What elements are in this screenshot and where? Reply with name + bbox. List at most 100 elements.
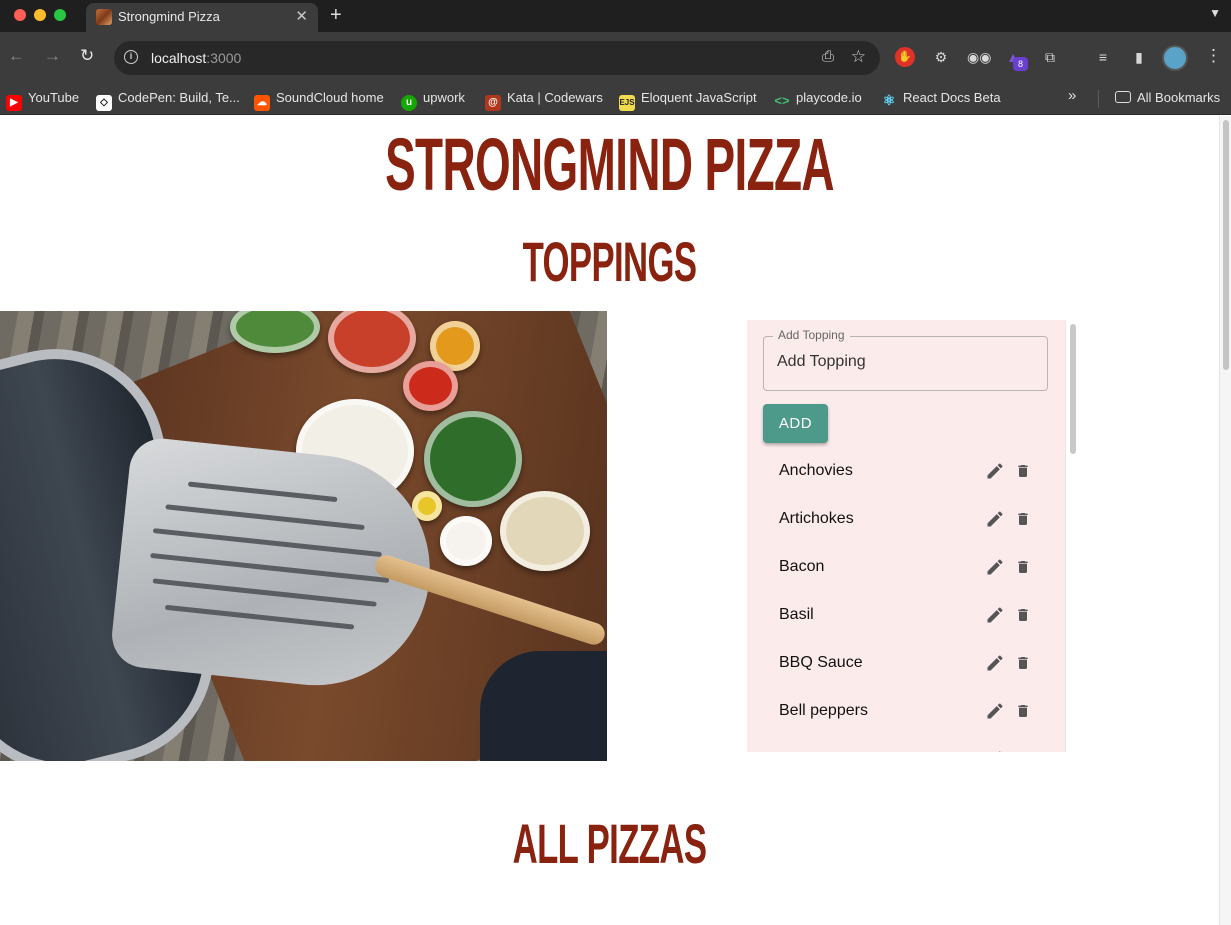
page-content: STRONGMIND PIZZA TOPPINGS Add Topping Ad… xyxy=(0,116,1231,925)
bookmark-label: playcode.io xyxy=(796,90,862,105)
topping-row: Bell peppers xyxy=(747,690,1065,738)
tab-title: Strongmind Pizza xyxy=(118,9,220,24)
tomato-bowl xyxy=(403,361,458,411)
toppings-list: Anchovies Artichokes Bacon Basil BBQ Sau xyxy=(747,450,1065,752)
react-icon: ⚛ xyxy=(882,92,896,108)
topping-name: Anchovies xyxy=(779,462,853,479)
add-topping-field[interactable]: Add Topping xyxy=(763,328,1048,391)
extensions-puzzle-icon[interactable]: ⧉ xyxy=(1040,47,1060,67)
peel-slot xyxy=(165,504,365,531)
bookmark-codepen[interactable]: ◇ CodePen: Build, Te... xyxy=(96,88,240,111)
trash-delete-icon[interactable] xyxy=(1015,604,1031,626)
mozzarella-bowl xyxy=(440,516,492,566)
add-topping-input[interactable] xyxy=(777,353,1032,371)
address-url[interactable]: localhost:3000 xyxy=(151,50,241,66)
extension-badge: 8 xyxy=(1013,57,1028,71)
gear-extension-icon[interactable]: ⚙ xyxy=(931,47,951,67)
browser-toolbar: ← → ↻ i localhost:3000 ⎙ ☆ ✋ ⚙ ◉◉ ▲ 8 ⧉ … xyxy=(0,32,1231,82)
toppings-scroll-thumb[interactable] xyxy=(1070,324,1076,454)
add-topping-button[interactable]: ADD xyxy=(763,404,828,443)
profile-avatar[interactable] xyxy=(1162,45,1188,71)
bookmark-label: React Docs Beta xyxy=(903,90,1001,105)
upwork-icon: u xyxy=(401,95,417,111)
bookmarks-bar: ▶ YouTube ◇ CodePen: Build, Te... ☁ SoundCl… xyxy=(0,82,1231,115)
active-tab[interactable]: Strongmind Pizza ✕ xyxy=(86,3,318,32)
address-bar[interactable]: i localhost:3000 ⎙ ☆ xyxy=(114,41,880,75)
bookmark-label: YouTube xyxy=(28,90,80,105)
close-window-button[interactable] xyxy=(14,9,26,21)
topping-row: Bacon xyxy=(747,546,1065,594)
bookmark-codewars[interactable]: @ Kata | Codewars xyxy=(485,88,603,111)
maximize-window-button[interactable] xyxy=(54,9,66,21)
trash-delete-icon[interactable] xyxy=(1015,748,1031,752)
trash-delete-icon[interactable] xyxy=(1015,556,1031,578)
bookmark-label: upwork xyxy=(423,90,465,105)
peel-slot xyxy=(187,481,338,503)
glasses-extension-icon[interactable]: ◉◉ xyxy=(967,47,991,67)
trash-delete-icon[interactable] xyxy=(1015,652,1031,674)
bookmark-label: CodePen: Build, Te... xyxy=(118,90,240,105)
pencil-edit-icon[interactable] xyxy=(985,604,1005,626)
peel-slot xyxy=(152,578,377,607)
kebab-menu-icon[interactable]: ⋮ xyxy=(1205,46,1222,66)
parmesan-bowl xyxy=(500,491,590,571)
pencil-edit-icon[interactable] xyxy=(985,556,1005,578)
soundcloud-icon: ☁ xyxy=(254,95,270,111)
toppings-panel[interactable]: Add Topping ADD Anchovies Artichokes Bac… xyxy=(747,320,1079,752)
all-bookmarks-label: All Bookmarks xyxy=(1137,90,1221,105)
topping-row-partial xyxy=(747,738,1065,752)
site-title: STRONGMIND PIZZA xyxy=(385,123,834,206)
bookmark-playcode[interactable]: <> playcode.io xyxy=(774,88,862,108)
all-bookmarks-folder[interactable]: All Bookmarks xyxy=(1115,88,1220,108)
page-scroll-thumb[interactable] xyxy=(1223,120,1229,370)
bookmark-react-docs[interactable]: ⚛ React Docs Beta xyxy=(881,88,1001,108)
media-control-icon[interactable]: ≡ xyxy=(1093,47,1113,67)
trash-delete-icon[interactable] xyxy=(1015,460,1031,482)
adblock-extension-icon[interactable]: ✋ xyxy=(895,47,915,67)
topping-name: BBQ Sauce xyxy=(779,654,863,671)
site-info-icon[interactable]: i xyxy=(124,50,138,64)
pizza-oven-hero-image xyxy=(0,311,607,761)
bookmark-eloquent-js[interactable]: EJS Eloquent JavaScript xyxy=(619,88,757,111)
pencil-edit-icon[interactable] xyxy=(985,700,1005,722)
topping-row: Artichokes xyxy=(747,498,1065,546)
bookmark-upwork[interactable]: u upwork xyxy=(401,88,465,111)
bookmark-label: SoundCloud home xyxy=(276,90,384,105)
minimize-window-button[interactable] xyxy=(34,9,46,21)
pencil-edit-icon[interactable] xyxy=(985,652,1005,674)
trash-delete-icon[interactable] xyxy=(1015,508,1031,530)
url-host: localhost xyxy=(151,50,207,66)
peel-slot xyxy=(152,528,383,558)
more-bookmarks-icon[interactable]: » xyxy=(1068,87,1076,104)
toppings-scrollbar[interactable] xyxy=(1065,320,1079,752)
side-panel-icon[interactable]: ▮ xyxy=(1129,47,1149,67)
install-app-icon[interactable]: ⎙ xyxy=(822,48,834,65)
bookmark-youtube[interactable]: ▶ YouTube xyxy=(6,88,80,111)
topping-name: Bacon xyxy=(779,558,825,575)
trash-delete-icon[interactable] xyxy=(1015,700,1031,722)
pencil-edit-icon[interactable] xyxy=(985,460,1005,482)
person-sleeve xyxy=(480,651,607,761)
codewars-icon: @ xyxy=(485,95,501,111)
forward-arrow-icon[interactable]: → xyxy=(44,46,61,66)
reload-icon[interactable]: ↻ xyxy=(80,46,94,66)
bookmark-star-icon[interactable]: ☆ xyxy=(851,47,866,67)
topping-name: Basil xyxy=(779,606,814,623)
pencil-edit-icon[interactable] xyxy=(985,508,1005,530)
new-tab-button[interactable]: + xyxy=(330,4,342,27)
browser-tab-strip: Strongmind Pizza ✕ + ▼ xyxy=(0,0,1231,32)
peel-slot xyxy=(150,552,390,583)
spinach-bowl xyxy=(424,411,522,507)
playcode-icon: <> xyxy=(774,93,790,108)
topping-name: Bell peppers xyxy=(779,702,868,719)
tab-close-icon[interactable]: ✕ xyxy=(295,7,308,25)
tab-search-chevron-icon[interactable]: ▼ xyxy=(1209,6,1221,20)
bookmark-soundcloud[interactable]: ☁ SoundCloud home xyxy=(254,88,384,111)
url-port: :3000 xyxy=(206,50,242,66)
codepen-icon: ◇ xyxy=(96,95,112,111)
pizza-favicon-icon xyxy=(96,9,112,25)
pencil-edit-icon[interactable] xyxy=(985,748,1005,752)
back-arrow-icon[interactable]: ← xyxy=(8,46,25,66)
youtube-icon: ▶ xyxy=(6,95,22,111)
page-scrollbar[interactable] xyxy=(1219,116,1231,925)
